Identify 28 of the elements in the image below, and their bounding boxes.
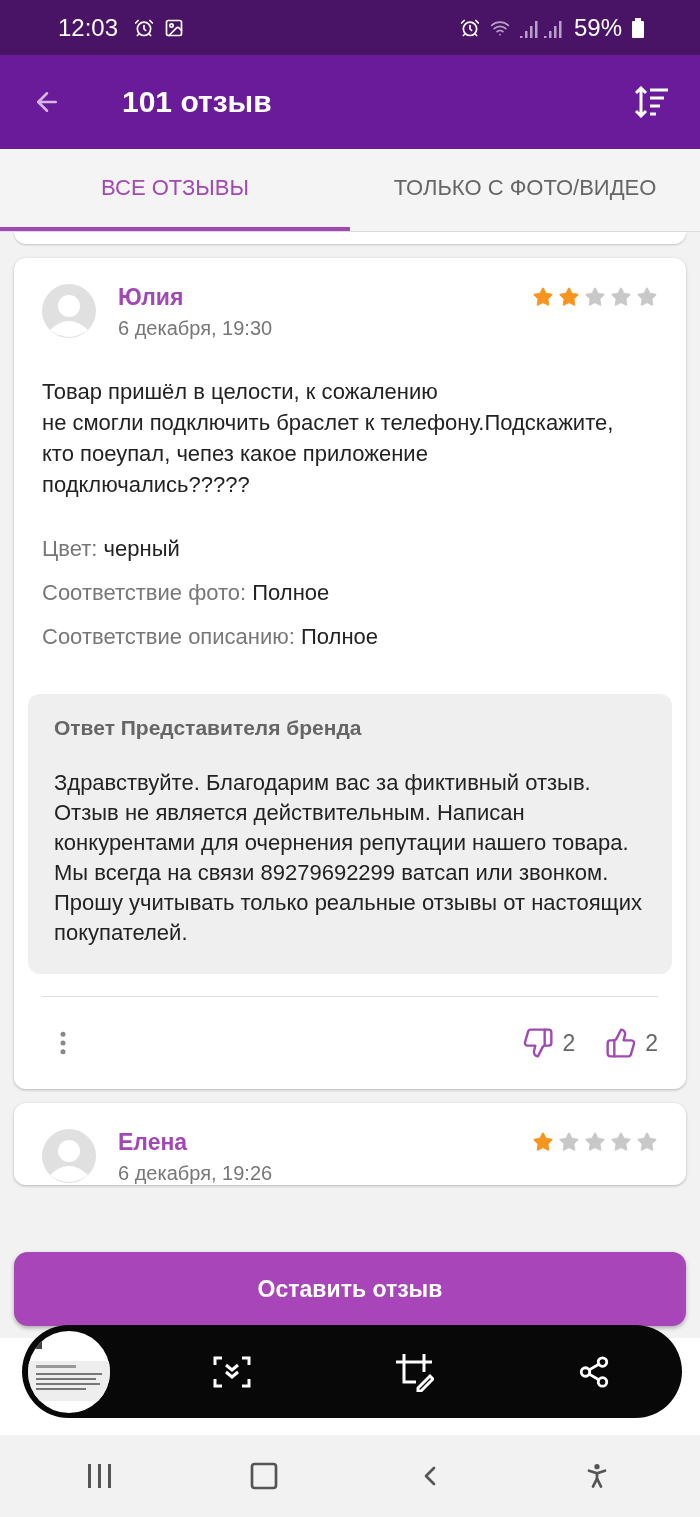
author-name: Елена	[118, 1129, 189, 1156]
battery-percent: 59%	[573, 13, 622, 42]
dislike-icon[interactable]	[522, 1027, 555, 1059]
status-time: 12:03	[58, 13, 119, 42]
review-attribute: Цвет: черный	[42, 536, 181, 562]
like-icon[interactable]	[605, 1027, 638, 1059]
reply-title: Ответ Представителя бренда	[54, 716, 363, 740]
like-count: 2	[645, 1029, 658, 1057]
leave-review-button[interactable]: Оставить отзыв	[14, 1252, 686, 1326]
recent-apps-icon[interactable]	[87, 1464, 114, 1488]
review-attribute: Соответствие фото: Полное	[42, 580, 331, 606]
author-name: Юлия	[118, 284, 185, 311]
review-text: Товар пришёл в целости, к сожалению не смогли подключить браслет к телефону.Подскажите, кто поеупал, чепез какое приложение подключались?????	[42, 378, 615, 499]
page-title: 101 отзыв	[122, 85, 273, 119]
alarm-icon	[134, 17, 155, 38]
dislike-count: 2	[562, 1029, 576, 1057]
tab[interactable]: ТОЛЬКО С ФОТО/ВИДЕО	[350, 149, 700, 231]
reply-text: Здравствуйте. Благодарим вас за фиктивный отзыв. Отзыв не является действительным. Написан конкурентами для очернения репутации нашего товара. Мы всегда на связи 89279692299 ватсап или звонком. Прошу учитывать только реальные отзывы от настоящих покупателей.	[54, 769, 643, 947]
sort-icon[interactable]	[634, 86, 670, 118]
alarm-icon	[459, 17, 480, 38]
review-attribute: Соответствие описанию: Полное	[42, 624, 379, 650]
crop-edit-icon[interactable]	[394, 1351, 434, 1392]
avatar-icon	[42, 284, 96, 338]
image-icon	[164, 17, 185, 38]
scroll-capture-icon[interactable]	[213, 1355, 252, 1388]
review-date: 6 декабря, 19:26	[118, 1162, 274, 1185]
battery-icon	[632, 17, 644, 38]
review-date: 6 декабря, 19:30	[118, 317, 274, 340]
